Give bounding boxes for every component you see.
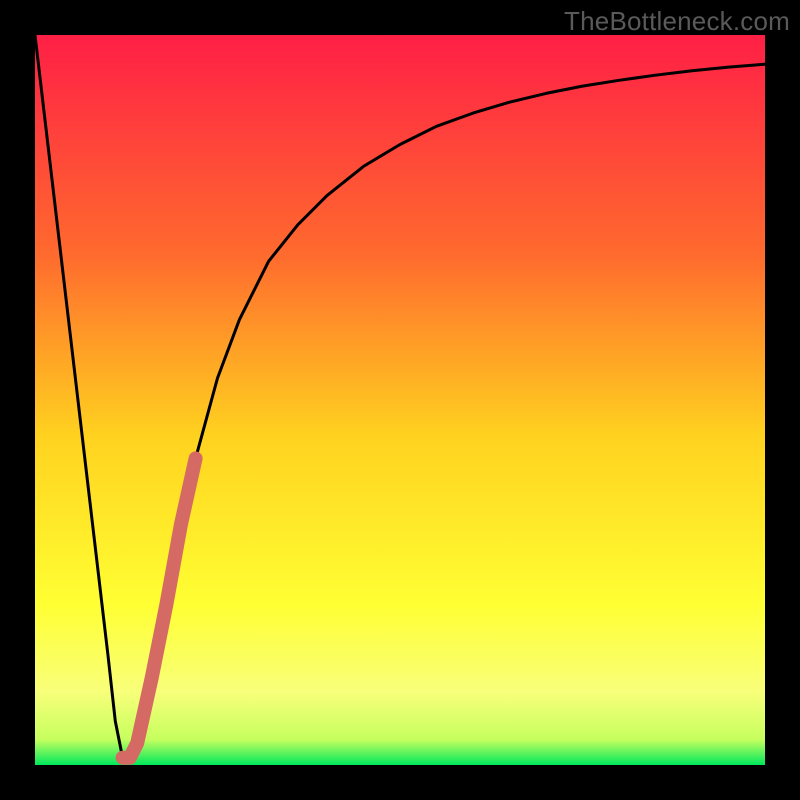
chart-svg xyxy=(35,35,765,765)
watermark-text: TheBottleneck.com xyxy=(564,6,790,37)
chart-frame: TheBottleneck.com xyxy=(0,0,800,800)
plot-area xyxy=(35,35,765,765)
